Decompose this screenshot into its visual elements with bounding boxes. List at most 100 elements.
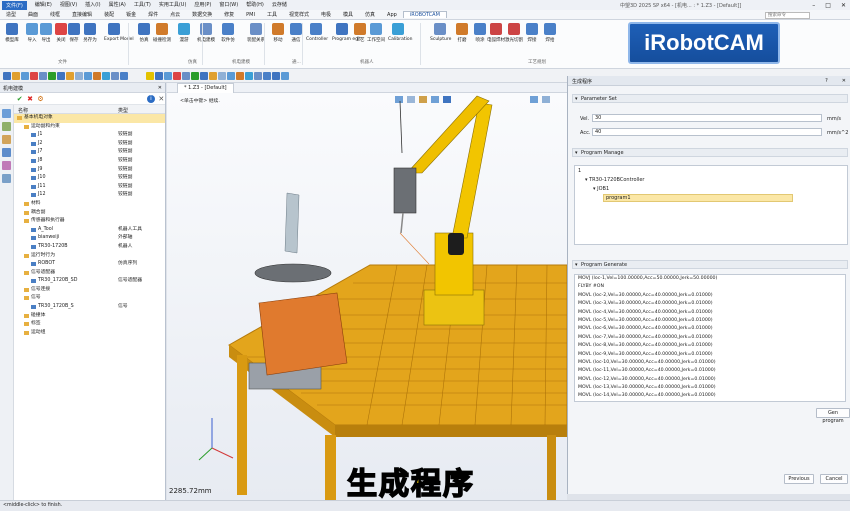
- ribbon-button[interactable]: 激光切割: [504, 23, 524, 43]
- toolbar-tool-icon[interactable]: [155, 72, 163, 80]
- ribbon-button[interactable]: 仿真: [134, 23, 154, 43]
- robot-icon[interactable]: [2, 174, 11, 183]
- program-line[interactable]: MOVL (loc-10,Vel=30.00000,Acc=40.00000,J…: [575, 359, 845, 367]
- toolbar-tool-icon[interactable]: [39, 72, 47, 80]
- program-line[interactable]: MOVL (loc-13,Vel=30.00000,Acc=40.00000,J…: [575, 384, 845, 392]
- ribbon-tab[interactable]: 曲面: [22, 11, 44, 18]
- ribbon-tab[interactable]: 装配: [98, 11, 120, 18]
- tree-row[interactable]: 耦合副: [14, 209, 165, 218]
- tree-row[interactable]: 信号: [14, 294, 165, 303]
- pin-icon[interactable]: ✕: [158, 95, 165, 103]
- program-line[interactable]: FLYBY #ON: [575, 283, 845, 291]
- tree-row[interactable]: bianweiji 外部轴: [14, 234, 165, 243]
- program-line[interactable]: MOVJ (loc-1,Vel=100.00000,Acc=50.00000,J…: [575, 275, 845, 283]
- ribbon-tab[interactable]: PMI: [240, 12, 261, 18]
- tree-row[interactable]: J2 铰链副: [14, 140, 165, 149]
- acc-input[interactable]: 40: [592, 128, 822, 136]
- toolbar-tool-icon[interactable]: [102, 72, 110, 80]
- menu-item[interactable]: 帮助(H): [246, 1, 264, 10]
- toolbar-tool-icon[interactable]: [93, 72, 101, 80]
- ribbon-tab[interactable]: 直接编辑: [66, 11, 98, 18]
- ribbon-button[interactable]: 漫游: [174, 23, 194, 43]
- command-search-input[interactable]: 搜索命令: [765, 12, 810, 19]
- panel-close-icon[interactable]: ✕: [158, 85, 162, 91]
- ribbon-button[interactable]: 另存为: [80, 23, 100, 43]
- program-line[interactable]: MOVL (loc-5,Vel=30.00000,Acc=40.00000,Je…: [575, 317, 845, 325]
- ribbon-tab[interactable]: 工具: [261, 11, 283, 18]
- toolbar-tool-icon[interactable]: [164, 72, 172, 80]
- ribbon-button[interactable]: Sculpture: [430, 23, 451, 42]
- program-line[interactable]: MOVL (loc-14,Vel=30.00000,Acc=40.00000,J…: [575, 392, 845, 400]
- menu-item[interactable]: 属性(A): [109, 1, 126, 10]
- help-icon[interactable]: ?: [825, 78, 828, 84]
- toolbar-tool-icon[interactable]: [236, 72, 244, 80]
- program-line[interactable]: MOVL (loc-8,Vel=30.00000,Acc=40.00000,Je…: [575, 342, 845, 350]
- cancel-icon[interactable]: ✖: [26, 95, 33, 103]
- tree-row[interactable]: 碰撞体: [14, 312, 165, 321]
- ribbon-button[interactable]: Export Model: [104, 23, 134, 42]
- menu-item[interactable]: 视图(V): [60, 1, 77, 10]
- maximize-icon[interactable]: □: [825, 2, 831, 9]
- ribbon-button[interactable]: 机电建模: [196, 23, 216, 43]
- ribbon-tab[interactable]: 视觉样式: [283, 11, 315, 18]
- ribbon-button[interactable]: Program edit: [332, 23, 361, 42]
- ribbon-tab[interactable]: 钣金: [120, 11, 142, 18]
- tree-row[interactable]: J9 铰链副: [14, 166, 165, 175]
- program-line[interactable]: MOVL (loc-12,Vel=30.00000,Acc=40.00000,J…: [575, 376, 845, 384]
- view-icon[interactable]: [2, 148, 11, 157]
- vel-input[interactable]: 30: [592, 114, 822, 122]
- info-icon[interactable]: i: [147, 94, 155, 103]
- tree-row[interactable]: J7 铰链副: [14, 148, 165, 157]
- ribbon-tab[interactable]: 电极: [315, 11, 337, 18]
- menu-item[interactable]: 实用工具(U): [159, 1, 187, 10]
- program-line[interactable]: MOVL (loc-2,Vel=30.00000,Acc=40.00000,Je…: [575, 292, 845, 300]
- menu-item[interactable]: 工具(T): [134, 1, 151, 10]
- ribbon-button[interactable]: 工作空间: [366, 23, 386, 43]
- 3d-viewport[interactable]: <单击中键> 继续. 2285.72mm 生成程序: [167, 93, 567, 500]
- tree-row[interactable]: J8 铰链副: [14, 157, 165, 166]
- ribbon-tab[interactable]: 造型: [0, 11, 22, 18]
- ribbon-tab[interactable]: iROBOTCAM: [402, 11, 447, 18]
- toolbar-tool-icon[interactable]: [120, 72, 128, 80]
- toolbar-tool-icon[interactable]: [57, 72, 65, 80]
- program-manage-section[interactable]: Program Manage: [572, 148, 848, 157]
- toolbar-tool-icon[interactable]: [48, 72, 56, 80]
- toolbar-tool-icon[interactable]: [84, 72, 92, 80]
- ribbon-button[interactable]: 软件仿: [218, 23, 238, 43]
- program-code-list[interactable]: MOVJ (loc-1,Vel=100.00000,Acc=50.00000,J…: [574, 274, 846, 402]
- ribbon-button[interactable]: 焊接: [522, 23, 542, 43]
- toolbar-tool-icon[interactable]: [66, 72, 74, 80]
- program-line[interactable]: MOVL (loc-7,Vel=30.00000,Acc=40.00000,Je…: [575, 334, 845, 342]
- tree-row[interactable]: ROBOT 仿真序列: [14, 260, 165, 269]
- ribbon-tab[interactable]: 线框: [44, 11, 66, 18]
- toolbar-tool-icon[interactable]: [173, 72, 181, 80]
- cancel-button[interactable]: Cancel: [820, 474, 848, 484]
- options-icon[interactable]: ⚙: [37, 95, 44, 103]
- menu-item[interactable]: 文件(F): [2, 0, 27, 10]
- tree-row[interactable]: 信号连接: [14, 286, 165, 295]
- ribbon-button[interactable]: Calibration: [388, 23, 412, 42]
- tree-row[interactable]: 基本机电对象: [14, 114, 165, 123]
- program-generate-section[interactable]: Program Generate: [572, 260, 848, 269]
- ribbon-button[interactable]: 碰撞检测: [152, 23, 172, 43]
- menu-item[interactable]: 应用(P): [194, 1, 211, 10]
- ribbon-button[interactable]: 通信: [286, 23, 306, 43]
- toolbar-tool-icon[interactable]: [281, 72, 289, 80]
- dialog-close-icon[interactable]: ✕: [842, 78, 846, 84]
- tree-row[interactable]: J1 铰链副: [14, 131, 165, 140]
- ribbon-button[interactable]: 装配关系: [246, 23, 266, 43]
- tree-row[interactable]: 运动副和约束: [14, 123, 165, 132]
- property-icon[interactable]: [2, 161, 11, 170]
- ribbon-tab[interactable]: 点云: [164, 11, 186, 18]
- program-line[interactable]: MOVL (loc-11,Vel=30.00000,Acc=40.00000,J…: [575, 367, 845, 375]
- tree-row[interactable]: 信号适配器: [14, 269, 165, 278]
- toolbar-tool-icon[interactable]: [245, 72, 253, 80]
- toolbar-tool-icon[interactable]: [21, 72, 29, 80]
- ribbon-button[interactable]: 移动: [268, 23, 288, 43]
- ribbon-button[interactable]: 打磨: [452, 23, 472, 43]
- toolbar-tool-icon[interactable]: [209, 72, 217, 80]
- ribbon-tab[interactable]: 焊件: [142, 11, 164, 18]
- tree-job[interactable]: ▾ JOB1: [593, 186, 609, 192]
- tree-program[interactable]: program1: [603, 194, 793, 202]
- ribbon-tab[interactable]: 模具: [337, 11, 359, 18]
